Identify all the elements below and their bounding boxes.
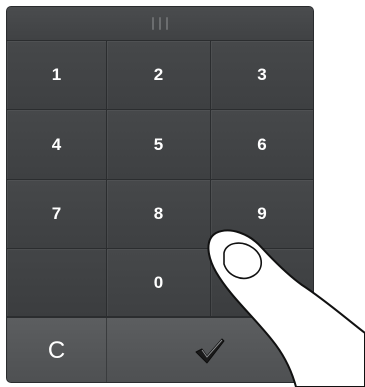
key-2[interactable]: 2 [107, 41, 211, 110]
keypad-drag-handle[interactable] [7, 7, 313, 41]
clear-label: C [47, 336, 66, 364]
key-1[interactable]: 1 [7, 41, 107, 110]
key-8[interactable]: 8 [107, 180, 211, 249]
key-9[interactable]: 9 [211, 180, 313, 249]
key-0[interactable]: 0 [107, 249, 211, 317]
key-3[interactable]: 3 [211, 41, 313, 110]
grip-icon [152, 17, 168, 30]
key-6[interactable]: 6 [211, 110, 313, 180]
clear-button[interactable]: C [7, 318, 107, 382]
key-blank-left [7, 249, 107, 317]
key-5[interactable]: 5 [107, 110, 211, 180]
keypad-action-row: C [7, 317, 313, 382]
numeric-keypad: 1 2 3 4 5 6 7 8 9 0 C [7, 7, 313, 382]
checkmark-icon [195, 338, 225, 363]
key-7[interactable]: 7 [7, 180, 107, 249]
confirm-button[interactable] [107, 318, 313, 382]
key-4[interactable]: 4 [7, 110, 107, 180]
key-blank-right [211, 249, 313, 317]
